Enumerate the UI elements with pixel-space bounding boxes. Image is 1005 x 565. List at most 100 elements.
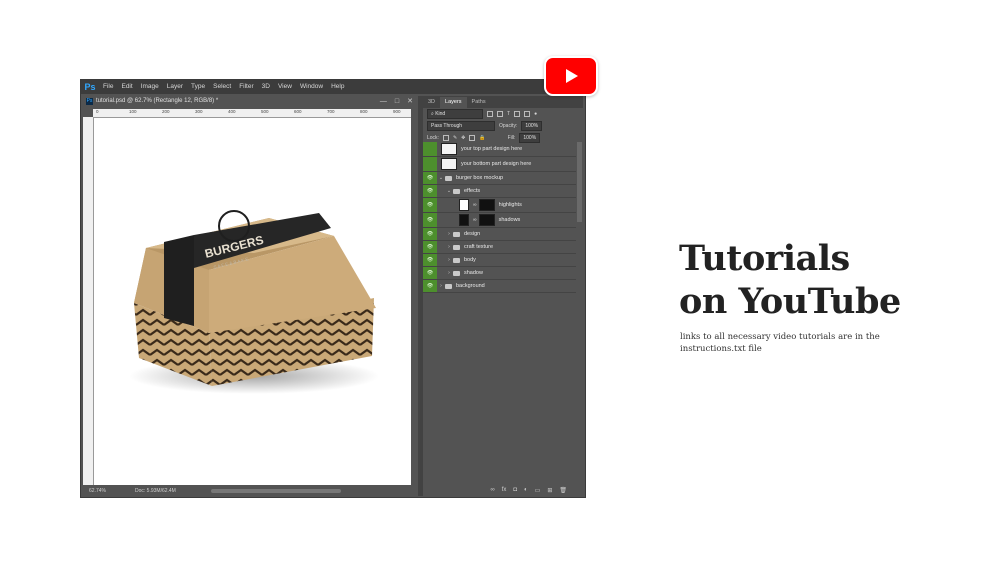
chevron-right-icon[interactable]: › — [445, 244, 453, 250]
lock-artboard-icon[interactable] — [469, 135, 476, 141]
layer-row[interactable]: 👁 ∞ shadows — [423, 213, 576, 228]
eye-icon[interactable]: 👁 — [423, 267, 437, 279]
folder-icon — [453, 257, 460, 263]
layer-filter-select[interactable]: ⌕ Kind — [427, 109, 483, 119]
layer-name: shadows — [498, 217, 521, 223]
menu-edit[interactable]: Edit — [117, 80, 136, 94]
layer-group-row[interactable]: 👁 › background — [423, 280, 576, 293]
menu-3d[interactable]: 3D — [258, 80, 274, 94]
type-filter-icon[interactable]: T — [507, 111, 510, 117]
eye-icon[interactable]: 👁 — [423, 185, 437, 197]
filter-toggle-icon[interactable]: ● — [534, 111, 537, 117]
chevron-down-icon[interactable]: ⌄ — [445, 188, 453, 194]
close-icon[interactable]: ✕ — [407, 96, 413, 107]
folder-icon — [453, 270, 460, 276]
horizontal-ruler: 0 100 200 300 400 500 600 700 800 900 — [93, 109, 411, 118]
tab-3d[interactable]: 3D — [423, 97, 440, 108]
lock-all-icon[interactable]: 🔒 — [479, 135, 485, 141]
layer-row[interactable]: your top part design here — [423, 142, 576, 157]
fill-label: Fill: — [507, 135, 516, 141]
document-tab[interactable]: Ps tutorial.psd @ 62.7% (Rectangle 12, R… — [83, 96, 418, 107]
menu-image[interactable]: Image — [137, 80, 163, 94]
layer-row[interactable]: your bottom part design here — [423, 157, 576, 172]
box-band-left — [164, 235, 194, 326]
layer-group-row[interactable]: 👁 ⌄ burger box mockup — [423, 172, 576, 185]
psd-file-icon: Ps — [86, 98, 93, 105]
image-filter-icon[interactable] — [487, 111, 493, 117]
shape-filter-icon[interactable] — [514, 111, 521, 117]
chevron-down-icon[interactable]: ⌄ — [437, 175, 445, 181]
layer-name: body — [464, 257, 476, 263]
minimize-icon[interactable]: — — [380, 96, 387, 107]
chevron-right-icon[interactable]: › — [445, 257, 453, 263]
eye-icon[interactable]: 👁 — [423, 280, 437, 292]
eye-icon[interactable]: 👁 — [423, 241, 437, 253]
status-bar: 62.74% Doc: 5.93M/62.4M — [83, 486, 411, 496]
add-mask-icon[interactable]: ◘ — [513, 487, 517, 493]
folder-icon — [453, 188, 460, 194]
layers-scrollbar[interactable] — [577, 142, 582, 222]
layer-group-row[interactable]: 👁 ⌄ effects — [423, 185, 576, 198]
visibility-off-icon[interactable] — [423, 157, 437, 171]
new-group-icon[interactable]: ▭ — [535, 487, 541, 494]
lock-transparent-icon[interactable] — [442, 135, 449, 141]
layer-group-row[interactable]: 👁 › body — [423, 254, 576, 267]
lock-pixels-icon[interactable]: ✎ — [453, 135, 457, 141]
layer-group-row[interactable]: 👁 › craft texture — [423, 241, 576, 254]
adjustment-layer-icon[interactable]: ◐ — [524, 487, 528, 493]
filter-kind-label: Kind — [435, 111, 446, 117]
new-layer-icon[interactable]: ⊞ — [547, 487, 552, 494]
maximize-icon[interactable]: □ — [395, 96, 399, 107]
menu-window[interactable]: Window — [296, 80, 327, 94]
eye-icon[interactable]: 👁 — [423, 213, 437, 227]
eye-icon[interactable]: 👁 — [423, 172, 437, 184]
eye-icon[interactable]: 👁 — [423, 198, 437, 212]
window-controls: — □ ✕ — [380, 96, 413, 107]
menu-type[interactable]: Type — [187, 80, 209, 94]
lock-position-icon[interactable]: ✥ — [461, 135, 465, 141]
layer-row[interactable]: 👁 ∞ highlights — [423, 198, 576, 213]
layers-panel: 3D Layers Paths ⌕ Kind T ● Pass Through … — [423, 96, 583, 496]
youtube-play-icon[interactable] — [544, 56, 598, 96]
visibility-off-icon[interactable] — [423, 142, 437, 156]
horizontal-scrollbar[interactable] — [211, 489, 341, 493]
folder-icon — [445, 175, 452, 181]
layer-thumbnail — [441, 143, 457, 155]
blend-mode-select[interactable]: Pass Through — [427, 121, 495, 131]
smart-object-filter-icon[interactable] — [524, 111, 531, 117]
menu-help[interactable]: Help — [327, 80, 348, 94]
adjustment-filter-icon[interactable] — [497, 111, 503, 117]
menu-select[interactable]: Select — [209, 80, 235, 94]
delete-layer-icon[interactable]: 🗑 — [559, 487, 567, 494]
document-canvas[interactable]: BURGERS S A F E & B A K E — [94, 118, 411, 485]
layer-style-icon[interactable]: fx — [502, 487, 507, 493]
link-layers-icon[interactable]: ∞ — [490, 487, 494, 493]
layer-name: design — [464, 231, 481, 237]
layer-name: shadow — [464, 270, 483, 276]
layer-thumbnail — [459, 214, 469, 226]
zoom-level[interactable]: 62.74% — [89, 486, 106, 496]
mask-link-icon: ∞ — [473, 217, 477, 223]
menu-filter[interactable]: Filter — [235, 80, 257, 94]
chevron-right-icon[interactable]: › — [445, 270, 453, 276]
tab-layers[interactable]: Layers — [440, 97, 467, 108]
menu-view[interactable]: View — [274, 80, 296, 94]
menu-layer[interactable]: Layer — [163, 80, 187, 94]
chevron-right-icon[interactable]: › — [437, 283, 445, 289]
mask-thumbnail — [478, 199, 495, 211]
folder-icon — [453, 244, 460, 250]
ruler-tick: 600 — [294, 109, 302, 114]
layer-name: effects — [464, 188, 481, 194]
chevron-right-icon[interactable]: › — [445, 231, 453, 237]
opacity-field[interactable]: 100% — [521, 121, 543, 131]
layer-group-row[interactable]: 👁 › design — [423, 228, 576, 241]
eye-icon[interactable]: 👁 — [423, 254, 437, 266]
doc-size: Doc: 5.93M/62.4M — [135, 488, 176, 494]
tab-paths[interactable]: Paths — [467, 97, 491, 108]
blend-row: Pass Through Opacity: 100% — [423, 120, 583, 132]
menu-file[interactable]: File — [99, 80, 117, 94]
menu-bar: Ps File Edit Image Layer Type Select Fil… — [81, 80, 585, 94]
layer-group-row[interactable]: 👁 › shadow — [423, 267, 576, 280]
eye-icon[interactable]: 👁 — [423, 228, 437, 240]
ruler-tick: 500 — [261, 109, 269, 114]
